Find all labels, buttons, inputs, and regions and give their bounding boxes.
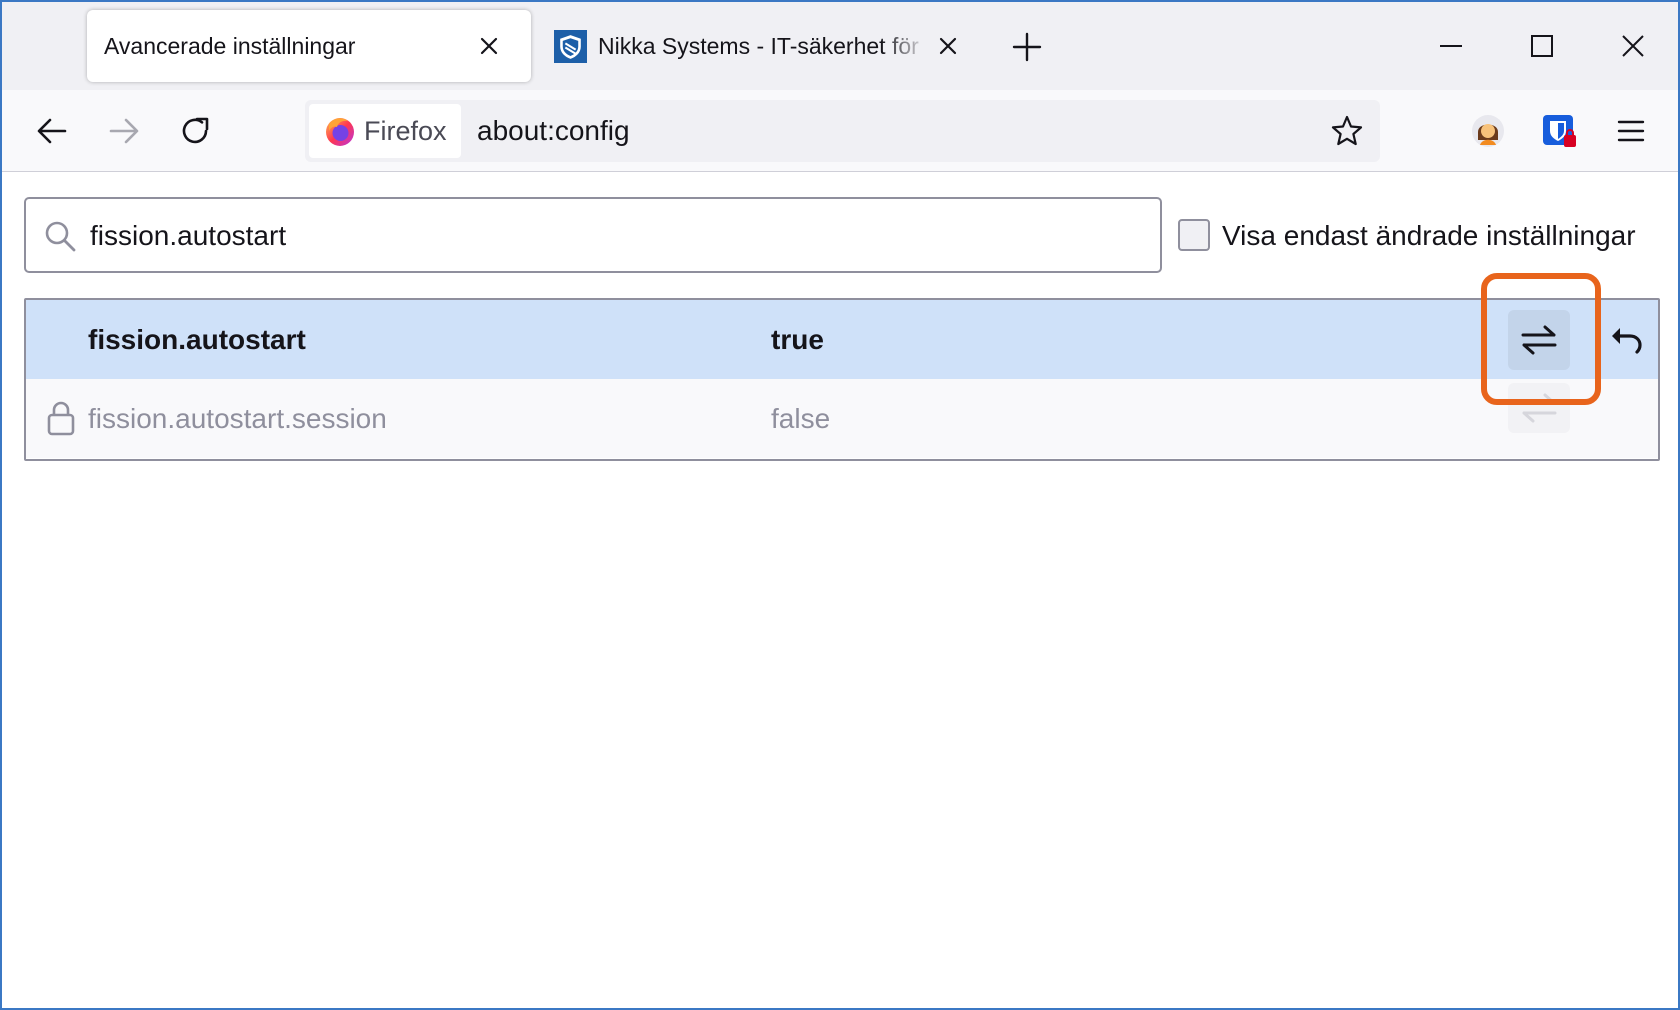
pref-name: fission.autostart [88, 324, 306, 355]
password-manager-icon[interactable] [1539, 111, 1579, 151]
identity-box[interactable]: Firefox [309, 104, 461, 158]
tab-about-config[interactable]: Avancerade inställningar [87, 10, 531, 82]
undo-arrow-icon [1612, 328, 1642, 354]
toggle-arrows-icon [1521, 325, 1557, 355]
new-tab-plus-icon[interactable] [1010, 30, 1044, 64]
tab-nikka-systems[interactable]: Nikka Systems - IT-säkerhet för [552, 10, 964, 82]
toggle-arrows-icon [1521, 393, 1557, 423]
identity-label: Firefox [364, 115, 447, 146]
tab-strip: Avancerade inställningar Nikka Systems -… [2, 2, 1678, 90]
tab-title: Avancerade inställningar [104, 32, 356, 59]
tab-title: Nikka Systems - IT-säkerhet för [598, 32, 919, 59]
browser-window: Avancerade inställningar Nikka Systems -… [0, 0, 1680, 1010]
show-modified-label[interactable]: Visa endast ändrade inställningar [1222, 220, 1636, 252]
tab-close-icon[interactable] [475, 32, 503, 60]
minimize-icon[interactable] [1433, 28, 1469, 64]
pref-value: true [771, 324, 824, 355]
shield-icon [554, 29, 587, 63]
maximize-icon[interactable] [1524, 28, 1560, 64]
tab-close-icon[interactable] [934, 32, 962, 60]
reload-icon[interactable] [176, 111, 216, 151]
firefox-logo-icon [326, 118, 354, 146]
url-text[interactable]: about:config [477, 115, 630, 147]
show-modified-checkbox[interactable] [1178, 219, 1210, 251]
bookmark-star-icon[interactable] [1330, 114, 1364, 148]
reset-button[interactable] [1604, 318, 1648, 362]
account-avatar-icon[interactable] [1468, 111, 1508, 151]
back-arrow-icon[interactable] [32, 111, 72, 151]
search-icon [45, 221, 76, 252]
search-input[interactable]: fission.autostart [24, 197, 1162, 273]
pref-value: false [771, 403, 831, 434]
prefs-table: fission.autostart true fission.autostart… [24, 298, 1660, 461]
pref-name: fission.autostart.session [88, 403, 387, 434]
toggle-button[interactable] [1508, 310, 1570, 370]
close-icon[interactable] [1615, 28, 1651, 64]
search-value: fission.autostart [90, 220, 287, 251]
toggle-button-disabled [1508, 383, 1570, 433]
table-row[interactable]: fission.autostart true [26, 300, 1658, 379]
table-row[interactable]: fission.autostart.session false [26, 379, 1658, 458]
nav-bar: Firefox about:config [2, 90, 1678, 172]
url-bar[interactable]: Firefox about:config [305, 100, 1380, 162]
forward-arrow-icon[interactable] [104, 111, 144, 151]
lock-icon [47, 401, 75, 436]
hamburger-menu-icon[interactable] [1611, 111, 1651, 151]
